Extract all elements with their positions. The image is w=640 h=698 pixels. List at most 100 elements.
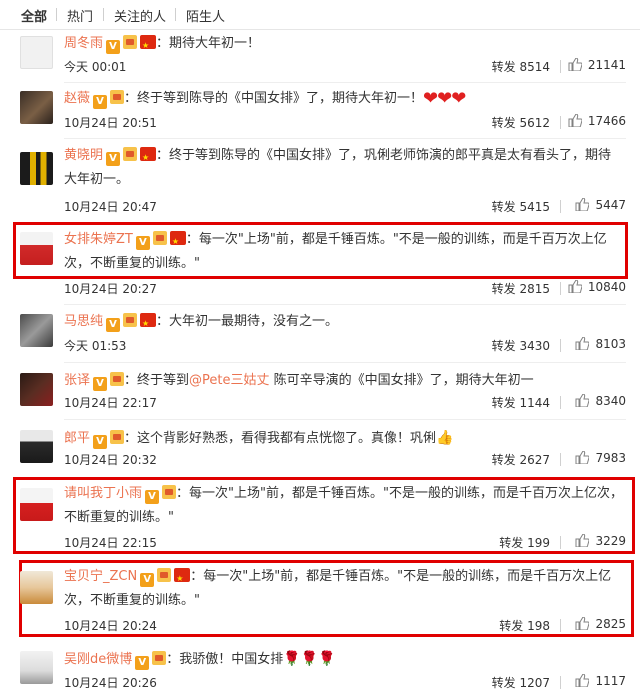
comment-time: 10月24日 20:51: [64, 116, 157, 130]
comment-time: 10月24日 20:47: [64, 200, 157, 214]
comment-meta: 10月24日 20:47 转发 5415 5447: [64, 198, 626, 216]
tab-divider: [56, 8, 57, 21]
comment-username[interactable]: 赵薇: [64, 91, 90, 106]
comment-username[interactable]: 黄晓明: [64, 148, 103, 163]
repost-button[interactable]: 转发 1207: [492, 674, 550, 691]
verified-v-icon: V: [135, 656, 150, 670]
like-button[interactable]: 21141: [568, 58, 626, 72]
comment-time: 10月24日 22:15: [64, 536, 157, 550]
meta-divider: [560, 676, 561, 689]
vip-crown-icon: [157, 568, 172, 582]
like-button[interactable]: 8340: [575, 394, 626, 408]
tab-all[interactable]: 全部: [21, 6, 47, 25]
mention-link[interactable]: @Pete三姑丈: [189, 373, 269, 388]
comment-body: ：期待大年初一！: [156, 36, 261, 51]
comment-username[interactable]: 张译: [64, 373, 90, 388]
repost-button[interactable]: 转发 198: [499, 617, 550, 634]
red-hearts-emoji: ❤❤❤: [423, 88, 466, 109]
vip-crown-icon: [110, 90, 125, 104]
tab-following[interactable]: 关注的人: [114, 6, 166, 25]
repost-button[interactable]: 转发 3430: [492, 337, 550, 354]
thumbs-up-icon: [575, 451, 590, 464]
vip-crown-icon: [162, 485, 177, 499]
like-count: 2825: [595, 617, 626, 631]
like-count: 8103: [595, 337, 626, 351]
comment-text: 周冬雨V ：期待大年初一！: [64, 32, 624, 58]
comment-body: ：终于等到陈导的《中国女排》了，期待大年初一！: [124, 91, 424, 106]
comment-body-cont: 大年初一。: [64, 172, 130, 187]
comment-meta: 10月24日 22:17 转发 1144 8340: [64, 394, 626, 412]
avatar[interactable]: [20, 571, 53, 604]
comment-username[interactable]: 郎平: [64, 431, 90, 446]
repost-button[interactable]: 转发 8514: [492, 58, 550, 75]
repost-button[interactable]: 转发 1144: [492, 394, 550, 411]
china-flag-icon: [140, 312, 157, 336]
china-flag-icon: [169, 230, 186, 254]
vip-crown-icon: [123, 147, 138, 161]
repost-button[interactable]: 转发 2627: [492, 451, 550, 468]
comment-username[interactable]: 周冬雨: [64, 36, 103, 51]
comment-meta: 10月24日 20:51 转发 5612 17466: [64, 114, 626, 132]
comment-filter-tabs: 全部 热门 关注的人 陌生人: [0, 0, 640, 30]
tab-strangers[interactable]: 陌生人: [186, 6, 225, 25]
comment-body: ：每一次"上场"前，都是千锤百炼。"不是一般的训练，而是千百万次上亿: [185, 232, 607, 247]
comment-body: ：大年初一最期待，没有之一。: [156, 314, 339, 329]
comment-body: ：我骄傲！中国女排: [166, 652, 284, 667]
thumbs-up-icon: [575, 534, 590, 547]
comment-time: 今天 00:01: [64, 60, 127, 74]
comment-username[interactable]: 吴刚de微博: [64, 652, 132, 667]
comment-meta: 10月24日 22:15 转发 199 3229: [64, 534, 626, 552]
comment-time: 10月24日 22:17: [64, 396, 157, 410]
avatar[interactable]: [20, 152, 53, 185]
vip-crown-icon: [110, 372, 125, 386]
comment-body: ：这个背影好熟悉，看得我都有点恍惚了。真像！巩俐: [124, 431, 437, 446]
meta-divider: [560, 453, 561, 466]
repost-button[interactable]: 转发 5415: [492, 198, 550, 215]
comment-time: 10月24日 20:32: [64, 453, 157, 467]
comment-meta: 10月24日 20:26 转发 1207 1117: [64, 674, 626, 692]
meta-divider: [560, 60, 561, 73]
comment-username[interactable]: 请叫我丁小雨: [64, 486, 142, 501]
like-count: 8340: [595, 394, 626, 408]
comment-body: ：终于等到: [124, 373, 190, 388]
meta-divider: [560, 200, 561, 213]
avatar[interactable]: [20, 314, 53, 347]
comment-meta: 10月24日 20:32 转发 2627 7983: [64, 451, 626, 469]
comment-divider: [64, 304, 626, 305]
comment-text: 宝贝宁_ZCNV ：每一次"上场"前，都是千锤百炼。"不是一般的训练，而是千百万次…: [64, 565, 624, 613]
like-button[interactable]: 7983: [575, 451, 626, 465]
like-count: 21141: [587, 58, 626, 72]
vip-crown-icon: [152, 651, 167, 665]
comment-divider: [64, 419, 626, 420]
comment-username[interactable]: 宝贝宁_ZCN: [64, 569, 137, 584]
vip-crown-icon: [152, 231, 167, 245]
like-button[interactable]: 8103: [575, 337, 626, 351]
tab-hot[interactable]: 热门: [67, 6, 93, 25]
comment-text: 赵薇 V ：终于等到陈导的《中国女排》了，期待大年初一！❤❤❤: [64, 87, 624, 111]
like-button[interactable]: 1117: [575, 674, 626, 688]
like-button[interactable]: 10840: [568, 280, 626, 294]
avatar[interactable]: [20, 488, 53, 521]
avatar[interactable]: [20, 91, 53, 124]
repost-button[interactable]: 转发 199: [499, 534, 550, 551]
like-button[interactable]: 17466: [568, 114, 626, 128]
avatar[interactable]: [20, 651, 53, 684]
comment-divider: [64, 362, 626, 363]
avatar[interactable]: [20, 373, 53, 406]
like-button[interactable]: 5447: [575, 198, 626, 212]
comment-username[interactable]: 女排朱婷ZT: [64, 232, 133, 247]
meta-divider: [560, 396, 561, 409]
comment-meta: 今天 00:01 转发 8514 21141: [64, 58, 626, 76]
avatar[interactable]: [20, 430, 53, 463]
vip-crown-icon: [123, 35, 138, 49]
repost-button[interactable]: 转发 5612: [492, 114, 550, 131]
avatar[interactable]: [20, 232, 53, 265]
avatar[interactable]: [20, 36, 53, 69]
repost-button[interactable]: 转发 2815: [492, 280, 550, 297]
like-button[interactable]: 3229: [575, 534, 626, 548]
like-count: 17466: [587, 114, 626, 128]
like-button[interactable]: 2825: [575, 617, 626, 631]
china-flag-icon: [140, 146, 157, 170]
thumbs-up-icon: [568, 58, 582, 71]
comment-username[interactable]: 马思纯: [64, 314, 103, 329]
